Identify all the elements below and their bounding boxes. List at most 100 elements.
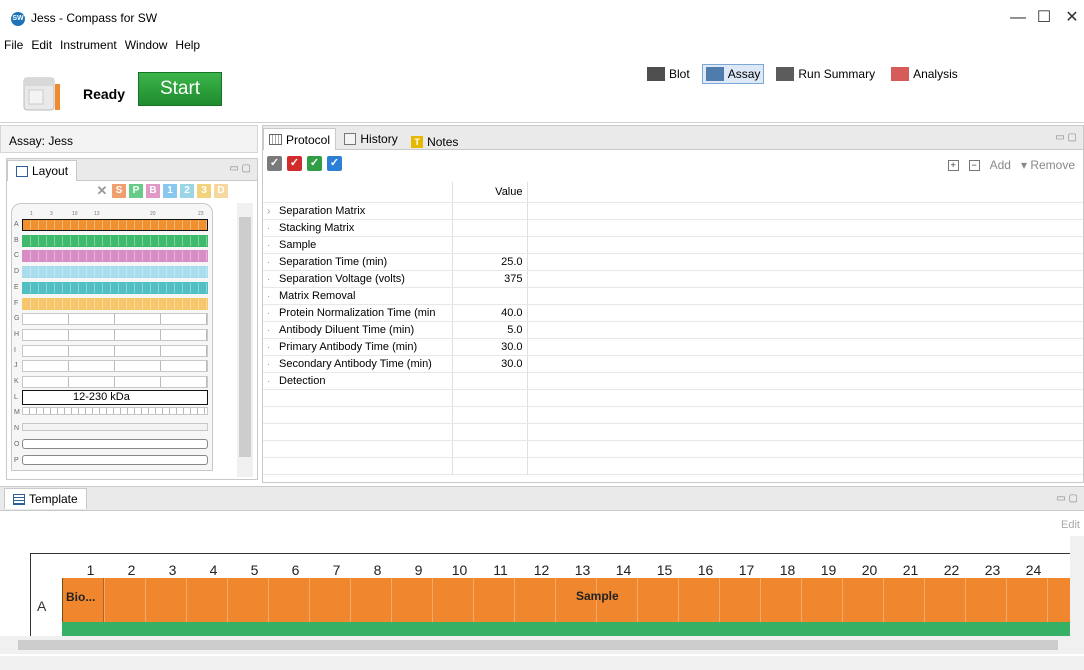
protocol-row[interactable]: · Stacking Matrix [263,219,1083,237]
tab-layout[interactable]: Layout [7,160,78,181]
perspective-run-summary[interactable]: Run Summary [772,64,879,84]
instrument-status: Ready [83,86,126,102]
plate-row-h[interactable] [22,328,208,341]
start-button[interactable]: Start [138,72,222,106]
protocol-row[interactable] [263,389,1083,407]
plate-tool-button-4[interactable]: 1 [163,184,177,198]
template-row-b[interactable] [62,622,1084,636]
plate-row-a[interactable] [22,219,208,231]
protocol-row[interactable]: › Separation Matrix [263,202,1083,220]
menu-instrument[interactable]: Instrument [56,36,121,54]
protocol-step-value[interactable] [452,202,528,220]
plate-tool-button-7[interactable]: D [214,184,228,198]
check-all-icon-2[interactable]: ✓ [307,156,322,171]
remove-button[interactable]: ▾ Remove [1021,158,1075,172]
template-edit-button[interactable]: Edit [1061,519,1080,531]
protocol-row[interactable]: · Detection [263,372,1083,390]
protocol-step-value[interactable] [452,389,528,407]
protocol-step-value[interactable]: 375 [452,270,528,288]
protocol-minimize-icon[interactable]: ▭ ▢ [1055,132,1077,143]
plate-tool-button-1[interactable]: S [112,184,126,198]
template-cell-a1[interactable]: Bio... [62,578,104,622]
template-cell-divider [1047,578,1048,622]
protocol-row[interactable]: · Antibody Diluent Time (min) 5.0 [263,321,1083,339]
check-all-icon-0[interactable]: ✓ [267,156,282,171]
protocol-row[interactable] [263,440,1083,458]
protocol-step-value[interactable]: 25.0 [452,253,528,271]
menu-help[interactable]: Help [171,36,204,54]
expand-all-icon[interactable]: + [947,159,959,171]
plate-row-p[interactable] [22,454,208,465]
layout-minimize-icon[interactable]: ▭ ▢ [229,163,251,174]
protocol-step-value[interactable] [452,423,528,441]
plate-row-b[interactable] [22,234,208,247]
collapse-all-icon[interactable]: − [968,159,980,171]
protocol-step-value[interactable] [452,406,528,424]
protocol-blank-cell [527,253,1083,271]
protocol-row[interactable]: · Protein Normalization Time (min 40.0 [263,304,1083,322]
protocol-row[interactable] [263,423,1083,441]
plate-tool-button-3[interactable]: B [146,184,160,198]
protocol-step-value[interactable] [452,287,528,305]
plate-tool-button-5[interactable]: 2 [180,184,194,198]
protocol-step-value[interactable] [452,219,528,237]
protocol-row[interactable]: · Primary Antibody Time (min) 30.0 [263,338,1083,356]
window-title: Jess - Compass for SW [31,11,158,25]
protocol-row[interactable]: · Matrix Removal [263,287,1083,305]
add-button[interactable]: Add [990,158,1011,172]
protocol-row[interactable]: · Secondary Antibody Time (min) 30.0 [263,355,1083,373]
perspective-analysis[interactable]: Analysis [887,64,962,84]
check-all-icon-1[interactable]: ✓ [287,156,302,171]
tab-history[interactable]: History [339,128,402,150]
check-all-icon-3[interactable]: ✓ [327,156,342,171]
template-scroll-thumb[interactable] [18,640,1058,650]
plate-row-c[interactable] [22,250,208,263]
plate-tool-button-6[interactable]: 3 [197,184,211,198]
plate-row-f[interactable] [22,297,208,310]
protocol-row[interactable]: · Separation Time (min) 25.0 [263,253,1083,271]
tab-protocol[interactable]: Protocol [263,128,337,150]
tree-line-icon: · [267,324,271,336]
protocol-step-value[interactable] [452,372,528,390]
plate-row-n[interactable] [22,423,208,432]
expand-chevron-icon[interactable]: › [267,206,275,217]
tab-template[interactable]: Template [4,488,87,509]
perspective-assay[interactable]: Assay [701,64,765,84]
protocol-step-value[interactable] [452,457,528,475]
template-vertical-scrollbar[interactable] [1070,536,1084,636]
plate-row-m[interactable] [22,407,208,416]
protocol-step-value[interactable] [452,440,528,458]
menu-file[interactable]: File [0,36,27,54]
plate-scroll-thumb[interactable] [239,217,251,457]
plate-row-k[interactable] [22,376,208,388]
plate-row-o[interactable] [22,438,208,449]
protocol-step-value[interactable]: 30.0 [452,338,528,356]
protocol-step-value[interactable]: 40.0 [452,304,528,322]
protocol-row[interactable]: · Separation Voltage (volts) 375 [263,270,1083,288]
protocol-row[interactable]: · Sample [263,236,1083,254]
protocol-step-value[interactable]: 5.0 [452,321,528,339]
plate-row-d[interactable] [22,266,208,279]
template-row-a[interactable] [62,578,1084,622]
protocol-row[interactable] [263,406,1083,424]
template-minimize-icon[interactable]: ▭ ▢ [1056,493,1078,504]
menu-bar: File Edit Instrument Window Help [0,36,204,54]
plate-tool-button-2[interactable]: P [129,184,143,198]
plate-row-l[interactable]: 12-230 kDa [22,389,208,405]
plate-row-e[interactable] [22,281,208,294]
menu-edit[interactable]: Edit [27,36,56,54]
perspective-blot[interactable]: Blot [643,64,694,84]
template-column-number: 14 [615,562,632,578]
template-column-number: 9 [414,562,423,578]
plate-row-i[interactable] [22,344,208,357]
close-button[interactable]: ✕ [1052,4,1084,32]
tab-notes[interactable]: T Notes [406,131,463,153]
protocol-step-value[interactable]: 30.0 [452,355,528,373]
menu-window[interactable]: Window [121,36,172,54]
plate-row-g[interactable] [22,313,208,326]
protocol-row[interactable] [263,457,1083,475]
protocol-step-value[interactable] [452,236,528,254]
plate-tool-button-0[interactable]: ✕ [95,184,109,198]
plate-row-letter: P [14,456,19,464]
plate-row-j[interactable] [22,360,208,373]
